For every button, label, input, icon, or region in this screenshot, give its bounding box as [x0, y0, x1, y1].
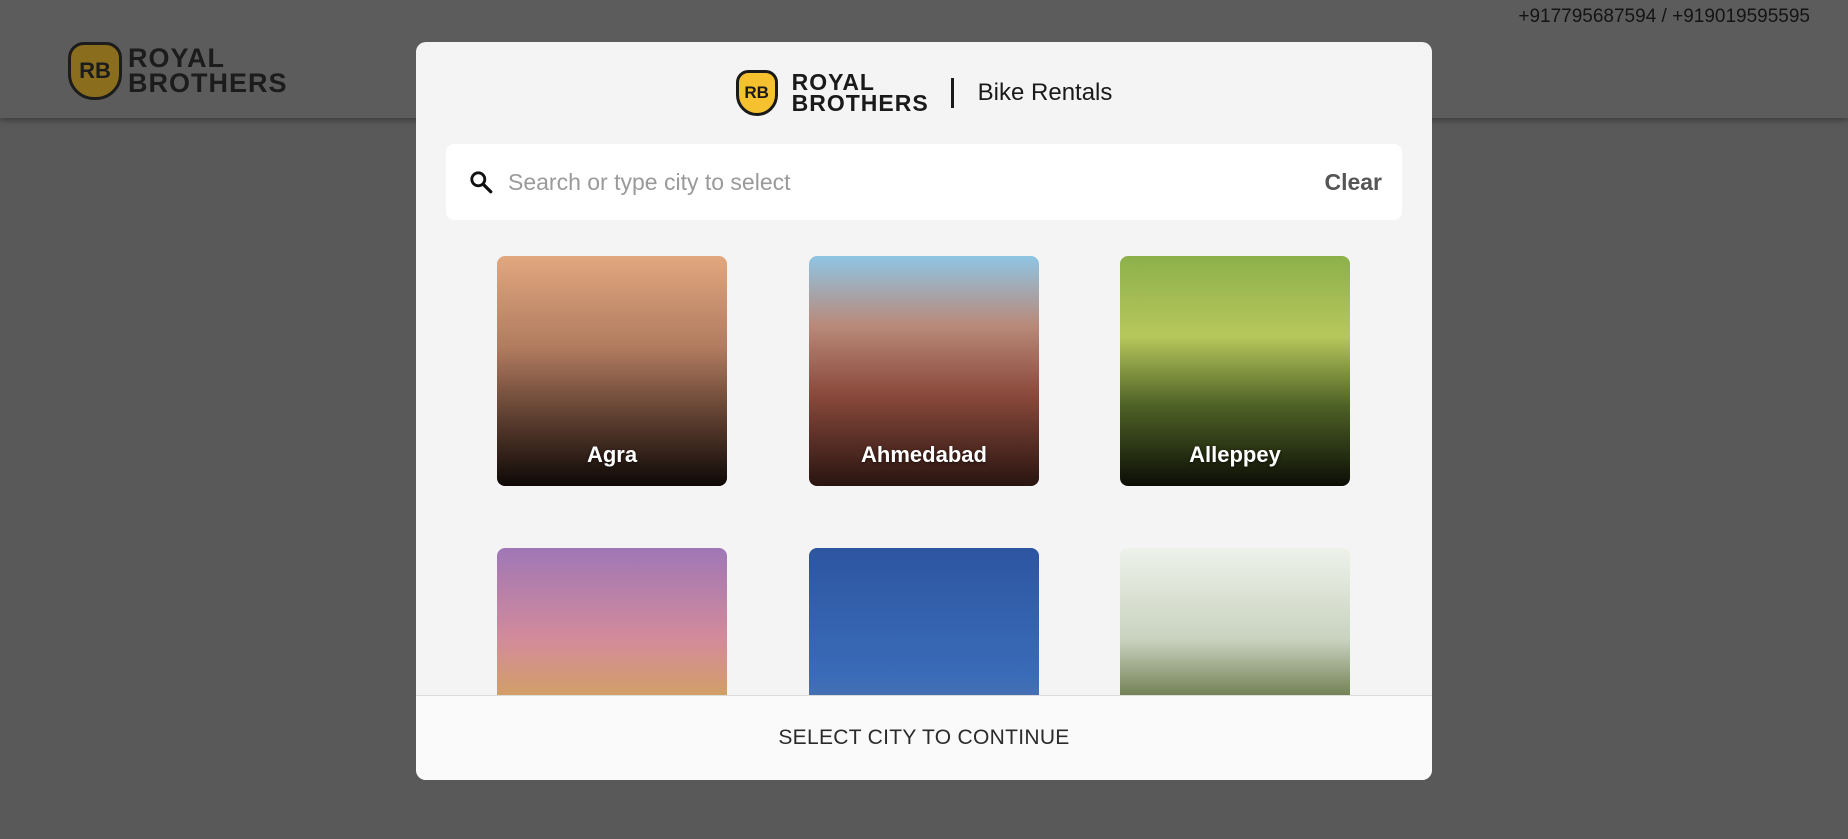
- contact-phone[interactable]: +917795687594 / +919019595595: [1518, 6, 1810, 28]
- city-card-label: Ahmedabad: [861, 442, 987, 467]
- city-card-5[interactable]: [809, 548, 1039, 696]
- city-card-label: Alleppey: [1189, 442, 1281, 467]
- logo-line-2: BROTHERS: [128, 68, 288, 98]
- modal-logo-line-2: BROTHERS: [791, 90, 929, 116]
- city-card-label: Agra: [586, 442, 638, 467]
- modal-tagline: Bike Rentals: [977, 79, 1113, 106]
- city-card-alleppey[interactable]: Alleppey: [1120, 256, 1350, 486]
- city-card-agra[interactable]: Agra: [497, 256, 727, 486]
- modal-header: RB ROYAL BROTHERS Bike Rentals: [416, 68, 1432, 118]
- clear-button[interactable]: Clear: [1324, 169, 1382, 196]
- logo-separator: [950, 78, 954, 108]
- logo-wordmark: ROYAL BROTHERS: [128, 45, 288, 98]
- search-icon: [470, 171, 493, 194]
- site-logo[interactable]: RB ROYAL BROTHERS: [68, 42, 288, 100]
- city-search-bar: Clear: [446, 144, 1402, 220]
- city-select-modal: RB ROYAL BROTHERS Bike Rentals Clear Agr…: [416, 42, 1432, 780]
- continue-button[interactable]: SELECT CITY TO CONTINUE: [416, 695, 1432, 780]
- city-grid: Agra Ahmedabad Alleppey: [416, 256, 1432, 696]
- city-search-input[interactable]: [506, 167, 1325, 197]
- modal-logo-badge: RB: [735, 70, 778, 116]
- logo-badge: RB: [68, 42, 122, 100]
- city-card-4[interactable]: [497, 548, 727, 696]
- city-card-ahmedabad[interactable]: Ahmedabad: [809, 256, 1039, 486]
- modal-logo-wordmark: ROYAL BROTHERS: [791, 71, 929, 116]
- city-card-6[interactable]: [1120, 548, 1350, 696]
